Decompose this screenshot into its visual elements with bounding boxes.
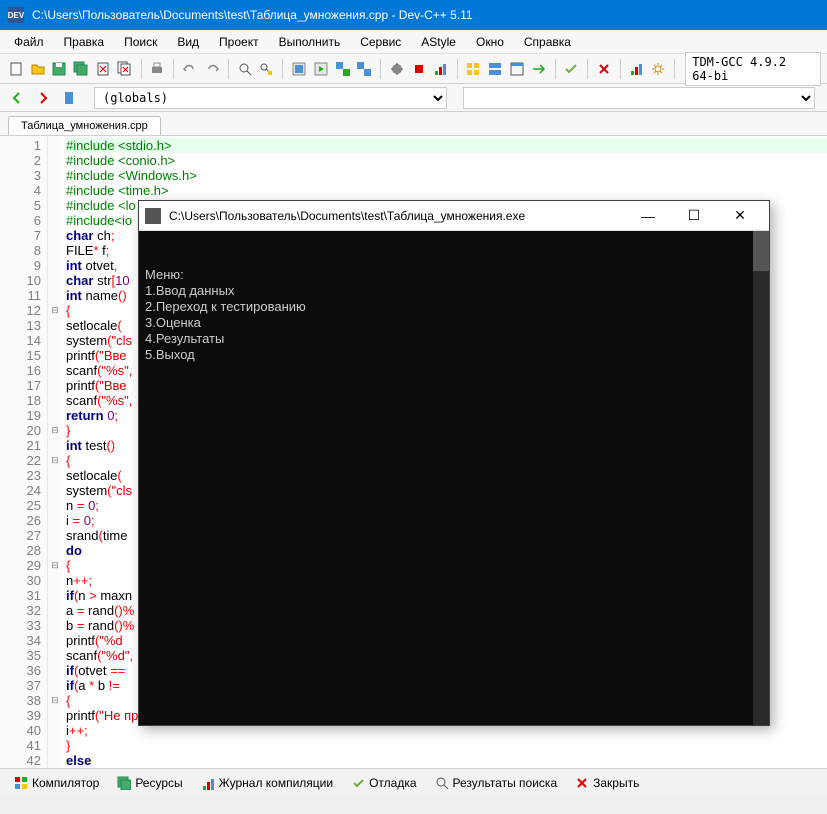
close-tab-icon	[575, 776, 589, 790]
console-line: 1.Ввод данных	[145, 283, 763, 299]
console-line: 5.Выход	[145, 347, 763, 363]
redo-button[interactable]	[202, 58, 222, 80]
layout2-button[interactable]	[485, 58, 505, 80]
nav-toolbar: (globals)	[0, 84, 827, 112]
app-icon: DEV	[8, 7, 24, 23]
layout3-button[interactable]	[507, 58, 527, 80]
layout1-button[interactable]	[463, 58, 483, 80]
compile-run-button[interactable]	[333, 58, 353, 80]
check-button[interactable]	[561, 58, 581, 80]
clear-button[interactable]	[594, 58, 614, 80]
menu-выполнить[interactable]: Выполнить	[269, 31, 351, 53]
stop-button[interactable]	[409, 58, 429, 80]
run-button[interactable]	[311, 58, 331, 80]
menu-справка[interactable]: Справка	[514, 31, 581, 53]
menu-поиск[interactable]: Поиск	[114, 31, 167, 53]
menu-файл[interactable]: Файл	[4, 31, 54, 53]
menu-вид[interactable]: Вид	[167, 31, 209, 53]
menu-проект[interactable]: Проект	[209, 31, 269, 53]
console-titlebar[interactable]: C:\Users\Пользователь\Documents\test\Таб…	[139, 201, 769, 231]
console-title: C:\Users\Пользователь\Documents\test\Таб…	[169, 209, 625, 223]
print-button[interactable]	[148, 58, 168, 80]
debug-icon	[351, 776, 365, 790]
rebuild-button[interactable]	[355, 58, 375, 80]
resources-icon	[117, 776, 131, 790]
goto-button[interactable]	[529, 58, 549, 80]
close-button[interactable]: ✕	[717, 201, 763, 231]
compiler-selector[interactable]: TDM-GCC 4.9.2 64-bi	[685, 52, 821, 86]
bottom-tab-compiler[interactable]: Компилятор	[6, 772, 107, 794]
bookmark-button[interactable]	[58, 87, 80, 109]
log-icon	[201, 776, 215, 790]
members-dropdown[interactable]	[463, 87, 816, 109]
bottom-tab-resources[interactable]: Ресурсы	[109, 772, 190, 794]
maximize-button[interactable]: ☐	[671, 201, 717, 231]
console-scrollbar[interactable]	[753, 231, 769, 725]
close-file-button[interactable]	[93, 58, 113, 80]
compile-button[interactable]	[289, 58, 309, 80]
bottom-tab-close-tab[interactable]: Закрыть	[567, 772, 647, 794]
console-line: 4.Результаты	[145, 331, 763, 347]
console-window: C:\Users\Пользователь\Documents\test\Таб…	[138, 200, 770, 726]
find-button[interactable]	[235, 58, 255, 80]
replace-button[interactable]	[256, 58, 276, 80]
search-results-icon	[435, 776, 449, 790]
console-line: 2.Переход к тестированию	[145, 299, 763, 315]
menubar: ФайлПравкаПоискВидПроектВыполнитьСервисA…	[0, 30, 827, 54]
file-tab-active[interactable]: Таблица_умножения.cpp	[8, 116, 161, 135]
console-icon	[145, 208, 161, 224]
compiler-icon	[14, 776, 28, 790]
menu-astyle[interactable]: AStyle	[411, 31, 466, 53]
menu-правка[interactable]: Правка	[54, 31, 115, 53]
window-title: C:\Users\Пользователь\Documents\test\Таб…	[32, 8, 819, 22]
close-all-button[interactable]	[115, 58, 135, 80]
profile-button[interactable]	[431, 58, 451, 80]
console-line: Меню:	[145, 267, 763, 283]
menu-сервис[interactable]: Сервис	[350, 31, 411, 53]
menu-окно[interactable]: Окно	[466, 31, 514, 53]
tools-button[interactable]	[649, 58, 669, 80]
new-file-button[interactable]	[6, 58, 26, 80]
stats-button[interactable]	[627, 58, 647, 80]
save-button[interactable]	[50, 58, 70, 80]
undo-button[interactable]	[180, 58, 200, 80]
save-all-button[interactable]	[71, 58, 91, 80]
back-button[interactable]	[6, 87, 28, 109]
titlebar: DEV C:\Users\Пользователь\Documents\test…	[0, 0, 827, 30]
forward-button[interactable]	[32, 87, 54, 109]
console-output[interactable]: Меню:1.Ввод данных2.Переход к тестирован…	[139, 231, 769, 725]
globals-dropdown[interactable]: (globals)	[94, 87, 447, 109]
bottom-tab-search-results[interactable]: Результаты поиска	[427, 772, 566, 794]
line-gutter: 1234567891011121314151617181920212223242…	[0, 136, 48, 768]
bottom-tab-log[interactable]: Журнал компиляции	[193, 772, 341, 794]
open-file-button[interactable]	[28, 58, 48, 80]
console-line: 3.Оценка	[145, 315, 763, 331]
fold-gutter[interactable]: ⊟⊟⊟⊟⊟	[48, 136, 62, 768]
minimize-button[interactable]: —	[625, 201, 671, 231]
bottom-panel-tabs: КомпиляторРесурсыЖурнал компиляцииОтладк…	[0, 768, 827, 796]
main-toolbar: TDM-GCC 4.9.2 64-bi	[0, 54, 827, 84]
debug-button[interactable]	[387, 58, 407, 80]
bottom-tab-debug[interactable]: Отладка	[343, 772, 424, 794]
file-tabs: Таблица_умножения.cpp	[0, 112, 827, 136]
